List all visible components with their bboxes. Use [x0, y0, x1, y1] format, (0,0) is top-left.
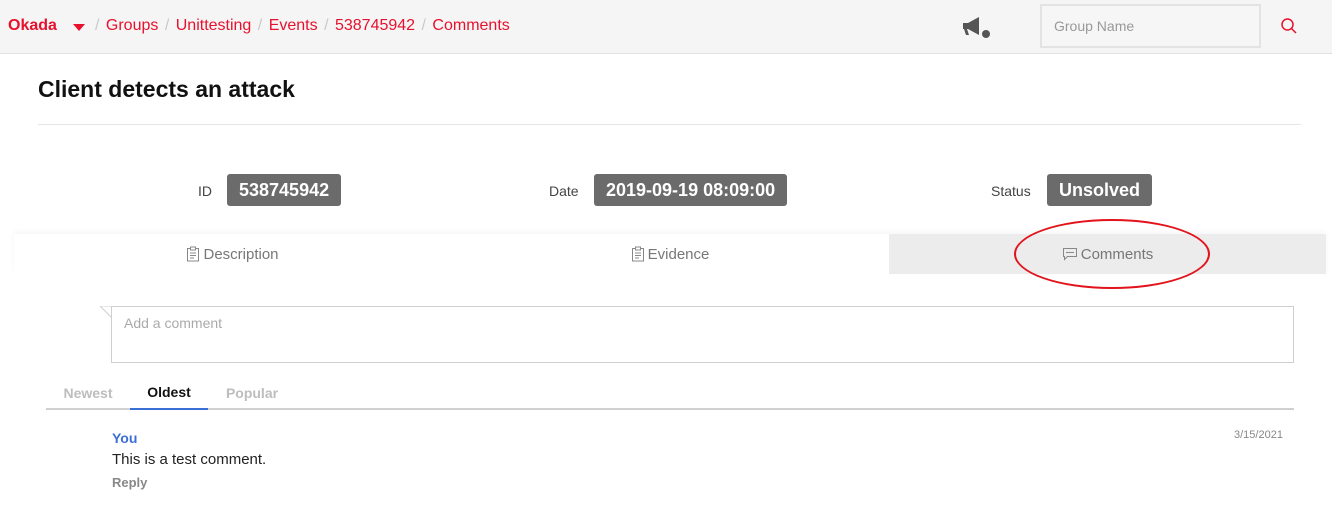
sort-tab-oldest[interactable]: Oldest — [130, 375, 208, 410]
breadcrumb: / Groups / Unittesting / Events / 538745… — [95, 17, 512, 35]
tab-label: Evidence — [647, 245, 710, 263]
date-badge: 2019-09-19 08:09:00 — [594, 174, 788, 206]
breadcrumb-separator: / — [257, 17, 263, 34]
group-name-search-input[interactable] — [1040, 4, 1261, 48]
add-comment-input[interactable] — [111, 306, 1294, 363]
tab-comments[interactable]: Comments — [889, 234, 1326, 274]
divider — [38, 124, 1301, 125]
caret-down-icon[interactable] — [73, 24, 85, 31]
breadcrumb-events[interactable]: Events — [269, 17, 318, 34]
clipboard-icon — [631, 246, 644, 262]
tab-description[interactable]: Description — [14, 234, 451, 274]
comment-sort-tabs: Newest Oldest Popular — [46, 375, 1294, 410]
status-badge: Unsolved — [1047, 174, 1153, 206]
breadcrumb-groups[interactable]: Groups — [106, 17, 158, 34]
top-navbar: Okada / Groups / Unittesting / Events / … — [0, 0, 1332, 54]
reply-link[interactable]: Reply — [112, 475, 147, 490]
breadcrumb-separator: / — [95, 17, 100, 34]
comment-author[interactable]: You — [112, 430, 137, 446]
date-label: Date — [549, 183, 579, 199]
brand-name[interactable]: Okada — [8, 17, 57, 35]
comment-text: This is a test comment. — [112, 451, 267, 468]
breadcrumb-unittesting[interactable]: Unittesting — [176, 17, 252, 34]
page-title: Client detects an attack — [38, 76, 295, 102]
breadcrumb-separator: / — [324, 17, 329, 34]
tab-label: Description — [203, 245, 279, 263]
breadcrumb-comments[interactable]: Comments — [432, 17, 509, 34]
comment-icon — [1062, 248, 1077, 261]
event-tabs: Description Evidence Comments — [14, 234, 1326, 274]
breadcrumb-separator: / — [164, 17, 170, 34]
breadcrumb-event-id[interactable]: 538745942 — [335, 17, 415, 34]
breadcrumb-separator: / — [421, 17, 426, 34]
tab-label: Comments — [1080, 245, 1154, 263]
clipboard-icon — [187, 246, 200, 262]
id-label: ID — [198, 183, 212, 199]
tab-evidence[interactable]: Evidence — [451, 234, 889, 274]
sort-tab-popular[interactable]: Popular — [208, 375, 296, 410]
megaphone-icon[interactable] — [961, 15, 991, 39]
status-label: Status — [991, 183, 1031, 199]
comment-date: 3/15/2021 — [1234, 429, 1283, 441]
search-icon[interactable] — [1280, 17, 1298, 35]
id-badge: 538745942 — [227, 174, 342, 206]
sort-tab-newest[interactable]: Newest — [46, 375, 130, 410]
